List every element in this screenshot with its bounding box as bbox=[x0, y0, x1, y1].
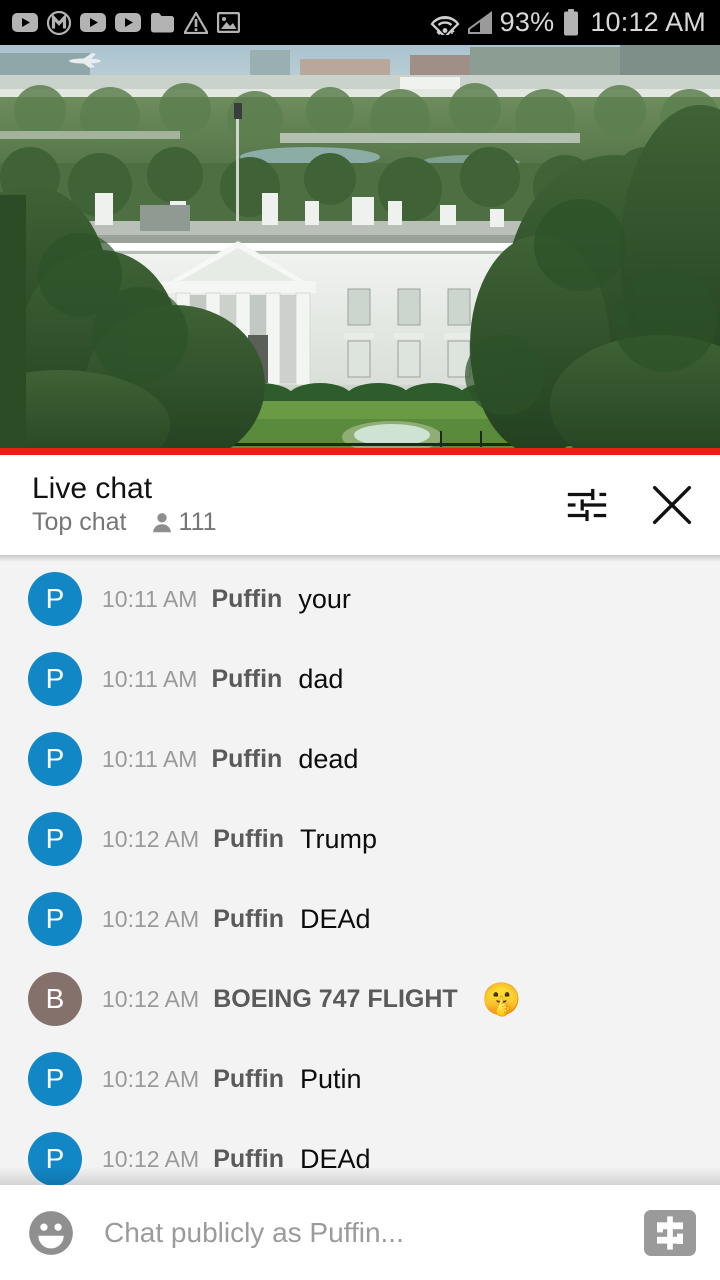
chat-message[interactable]: P 10:12 AM Puffin DEAd bbox=[0, 1119, 720, 1185]
emoji-picker-button[interactable] bbox=[26, 1208, 76, 1258]
video-progress-fill bbox=[0, 448, 720, 455]
message-author[interactable]: Puffin bbox=[213, 905, 284, 934]
message-author[interactable]: Puffin bbox=[213, 825, 284, 854]
message-timestamp: 10:11 AM bbox=[102, 585, 198, 612]
message-timestamp: 10:12 AM bbox=[102, 825, 200, 852]
super-chat-button[interactable] bbox=[644, 1209, 696, 1256]
youtube-icon bbox=[80, 13, 106, 32]
live-chat-header: Live chat Top chat 111 bbox=[0, 455, 720, 562]
warning-triangle-icon bbox=[184, 11, 208, 34]
chat-message[interactable]: P 10:12 AM Puffin Trump bbox=[0, 799, 720, 879]
cell-signal-icon bbox=[467, 10, 492, 34]
avatar[interactable]: P bbox=[28, 812, 82, 866]
chat-composer bbox=[0, 1185, 720, 1280]
message-author[interactable]: Puffin bbox=[211, 585, 282, 614]
video-player[interactable] bbox=[0, 45, 720, 455]
youtube-icon bbox=[115, 13, 141, 32]
avatar[interactable]: P bbox=[28, 1052, 82, 1106]
message-timestamp: 10:12 AM bbox=[102, 985, 200, 1012]
page-title: Live chat bbox=[32, 471, 153, 505]
live-chat-panel: Live chat Top chat 111 P 10:11 AM Puffin… bbox=[0, 455, 720, 1280]
message-timestamp: 10:11 AM bbox=[102, 745, 198, 772]
message-timestamp: 10:11 AM bbox=[102, 665, 198, 692]
chat-message[interactable]: P 10:11 AM Puffin your bbox=[0, 559, 720, 639]
chat-mode-label[interactable]: Top chat bbox=[32, 508, 127, 537]
message-author[interactable]: Puffin bbox=[211, 665, 282, 694]
message-timestamp: 10:12 AM bbox=[102, 1065, 200, 1092]
viewer-count-group: 111 bbox=[149, 508, 217, 537]
image-icon bbox=[217, 12, 240, 33]
money-dollar-icon bbox=[644, 1209, 696, 1256]
status-bar-notification-icons bbox=[12, 10, 240, 35]
emoji-smiley-icon bbox=[29, 1210, 73, 1255]
message-text: dead bbox=[298, 743, 359, 774]
close-chat-button[interactable] bbox=[646, 479, 698, 531]
chat-settings-button[interactable] bbox=[564, 482, 610, 528]
message-text: DEAd bbox=[300, 1143, 371, 1174]
message-author[interactable]: BOEING 747 FLIGHT bbox=[213, 985, 457, 1014]
chat-header-titles: Live chat Top chat 111 bbox=[32, 473, 217, 538]
chat-message[interactable]: P 10:11 AM Puffin dead bbox=[0, 719, 720, 799]
message-author[interactable]: Puffin bbox=[213, 1145, 284, 1174]
avatar[interactable]: P bbox=[28, 732, 82, 786]
chat-message[interactable]: B 10:12 AM BOEING 747 FLIGHT 🤫 bbox=[0, 959, 720, 1039]
folder-icon bbox=[151, 13, 174, 33]
chat-message[interactable]: P 10:12 AM Puffin Putin bbox=[0, 1039, 720, 1119]
message-timestamp: 10:12 AM bbox=[102, 1145, 200, 1172]
chat-message[interactable]: P 10:11 AM Puffin dad bbox=[0, 639, 720, 719]
battery-icon bbox=[564, 9, 579, 36]
message-text: your bbox=[298, 583, 351, 614]
chat-header-actions bbox=[564, 479, 698, 531]
video-progress-bar[interactable] bbox=[0, 448, 720, 455]
video-frame bbox=[0, 45, 720, 455]
message-text: DEAd bbox=[300, 903, 371, 934]
avatar[interactable]: P bbox=[28, 1132, 82, 1185]
chat-input[interactable] bbox=[104, 1216, 626, 1249]
status-bar[interactable]: 93% 10:12 AM bbox=[0, 0, 720, 45]
avatar[interactable]: P bbox=[28, 572, 82, 626]
avatar[interactable]: B bbox=[28, 972, 82, 1026]
person-icon bbox=[152, 512, 171, 532]
chat-messages-container: P 10:11 AM Puffin your P 10:11 AM Puffin dad P 10… bbox=[0, 559, 720, 1185]
battery-percentage: 93% bbox=[499, 7, 555, 37]
viewer-count: 111 bbox=[178, 508, 217, 537]
status-bar-clock: 10:12 AM bbox=[590, 7, 706, 37]
close-icon bbox=[652, 485, 692, 525]
chat-message-list[interactable]: P 10:11 AM Puffin your P 10:11 AM Puffin dad P 10… bbox=[0, 555, 720, 1185]
chat-subheader: Top chat 111 bbox=[32, 508, 217, 537]
message-text: dad bbox=[298, 663, 344, 694]
youtube-icon bbox=[12, 13, 38, 32]
message-timestamp: 10:12 AM bbox=[102, 905, 200, 932]
chat-message[interactable]: P 10:12 AM Puffin DEAd bbox=[0, 879, 720, 959]
message-author[interactable]: Puffin bbox=[211, 745, 282, 774]
message-text: Trump bbox=[300, 823, 378, 854]
wifi-icon bbox=[430, 15, 460, 35]
m-badge-icon bbox=[47, 10, 71, 35]
message-text: Putin bbox=[300, 1063, 362, 1094]
status-bar-system-icons: 93% 10:12 AM bbox=[430, 9, 706, 36]
avatar[interactable]: P bbox=[28, 652, 82, 706]
message-emoji: 🤫 bbox=[481, 981, 522, 1017]
message-author[interactable]: Puffin bbox=[213, 1065, 284, 1094]
tune-sliders-icon bbox=[567, 488, 607, 522]
avatar[interactable]: P bbox=[28, 892, 82, 946]
